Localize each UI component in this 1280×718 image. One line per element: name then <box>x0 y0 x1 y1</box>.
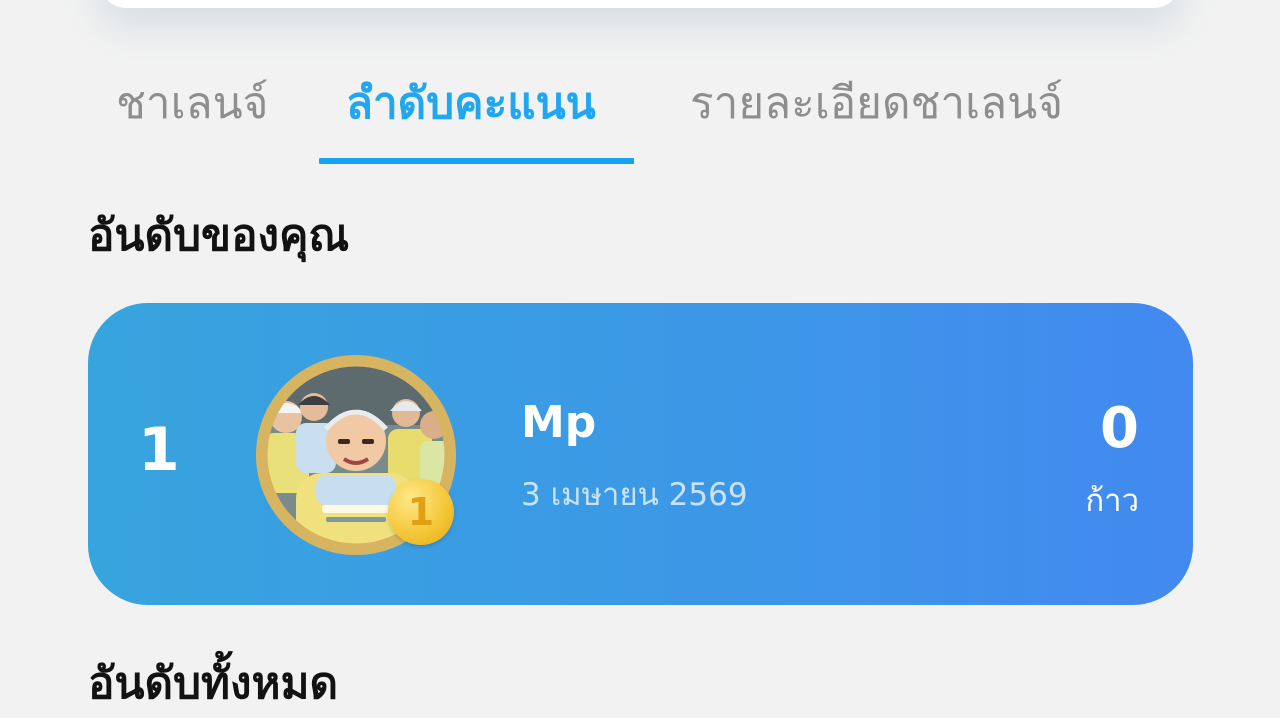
rank-number: 1 <box>138 415 180 485</box>
tab-challenge-details[interactable]: รายละเอียดชาเลนจ์ <box>690 72 1063 136</box>
medal-number: 1 <box>407 490 435 534</box>
tab-bar: ชาเลนจ์ ลำดับคะแนน รายละเอียดชาเลนจ์ <box>0 62 1280 166</box>
step-count: 0 <box>1100 396 1139 461</box>
active-tab-indicator <box>319 158 634 164</box>
challenge-header-card <box>100 0 1180 8</box>
leaderboard-screen: ชาเลนจ์ ลำดับคะแนน รายละเอียดชาเลนจ์ อัน… <box>0 0 1280 718</box>
step-unit: ก้าว <box>1085 483 1139 519</box>
my-rank-card[interactable]: 1 1 Mp 3 เมษายน 2569 0 ก้าว <box>88 303 1193 605</box>
tab-challenge[interactable]: ชาเลนจ์ <box>116 72 268 136</box>
all-rank-heading: อันดับทั้งหมด <box>88 658 339 709</box>
gold-medal-icon: 1 <box>388 479 454 545</box>
tab-leaderboard[interactable]: ลำดับคะแนน <box>346 72 596 136</box>
your-rank-heading: อันดับของคุณ <box>88 210 350 261</box>
user-name: Mp <box>521 397 597 448</box>
avatar-container: 1 <box>256 355 456 555</box>
user-date: 3 เมษายน 2569 <box>521 477 748 513</box>
